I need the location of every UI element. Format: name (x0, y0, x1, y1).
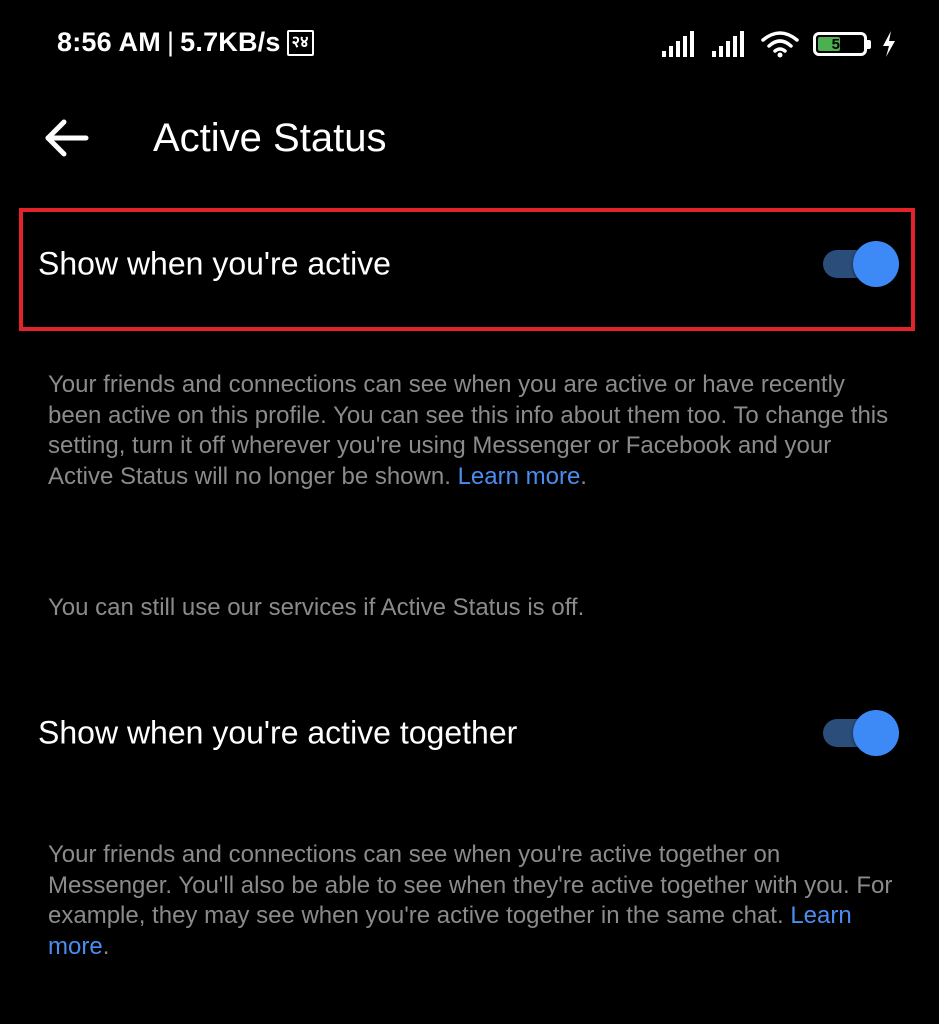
setting-label: Show when you're active together (38, 714, 518, 751)
learn-more-link[interactable]: Learn more (458, 463, 581, 490)
wifi-icon (761, 31, 799, 58)
setting-description: Your friends and connections can see whe… (48, 370, 898, 492)
arrow-left-icon (45, 119, 89, 157)
setting-description: Your friends and connections can see whe… (48, 840, 898, 962)
description-text: Your friends and connections can see whe… (48, 841, 893, 929)
status-time: 8:56 AM (57, 27, 161, 57)
active-status-toggle[interactable] (823, 241, 899, 287)
description-trailing: . (580, 462, 587, 490)
signal-icon (662, 31, 694, 57)
back-button[interactable] (38, 113, 94, 163)
status-separator: | (166, 27, 175, 57)
battery-level: 51 (831, 35, 849, 53)
page-title: Active Status (153, 116, 387, 160)
toggle-thumb (853, 710, 899, 756)
network-speed: 5.7KB/s (180, 27, 281, 57)
app-bar: Active Status (0, 95, 939, 180)
description-trailing: . (102, 932, 110, 960)
toggle-thumb (853, 241, 899, 287)
battery-icon: 51 (813, 32, 871, 56)
battery-tip (867, 40, 871, 49)
status-note: You can still use our services if Active… (48, 594, 585, 621)
setting-label: Show when you're active (38, 245, 391, 282)
setting-row-show-active[interactable]: Show when you're active (0, 216, 939, 312)
status-left: 8:56 AM | 5.7KB/s २४ (57, 27, 314, 58)
charging-icon (883, 31, 895, 57)
status-right: 51 (661, 28, 897, 60)
notification-icon: २४ (286, 29, 314, 56)
setting-row-active-together[interactable]: Show when you're active together (0, 685, 939, 781)
signal-icon (712, 31, 744, 57)
status-bar: 8:56 AM | 5.7KB/s २४ 51 (0, 0, 939, 90)
active-together-toggle[interactable] (823, 710, 899, 756)
